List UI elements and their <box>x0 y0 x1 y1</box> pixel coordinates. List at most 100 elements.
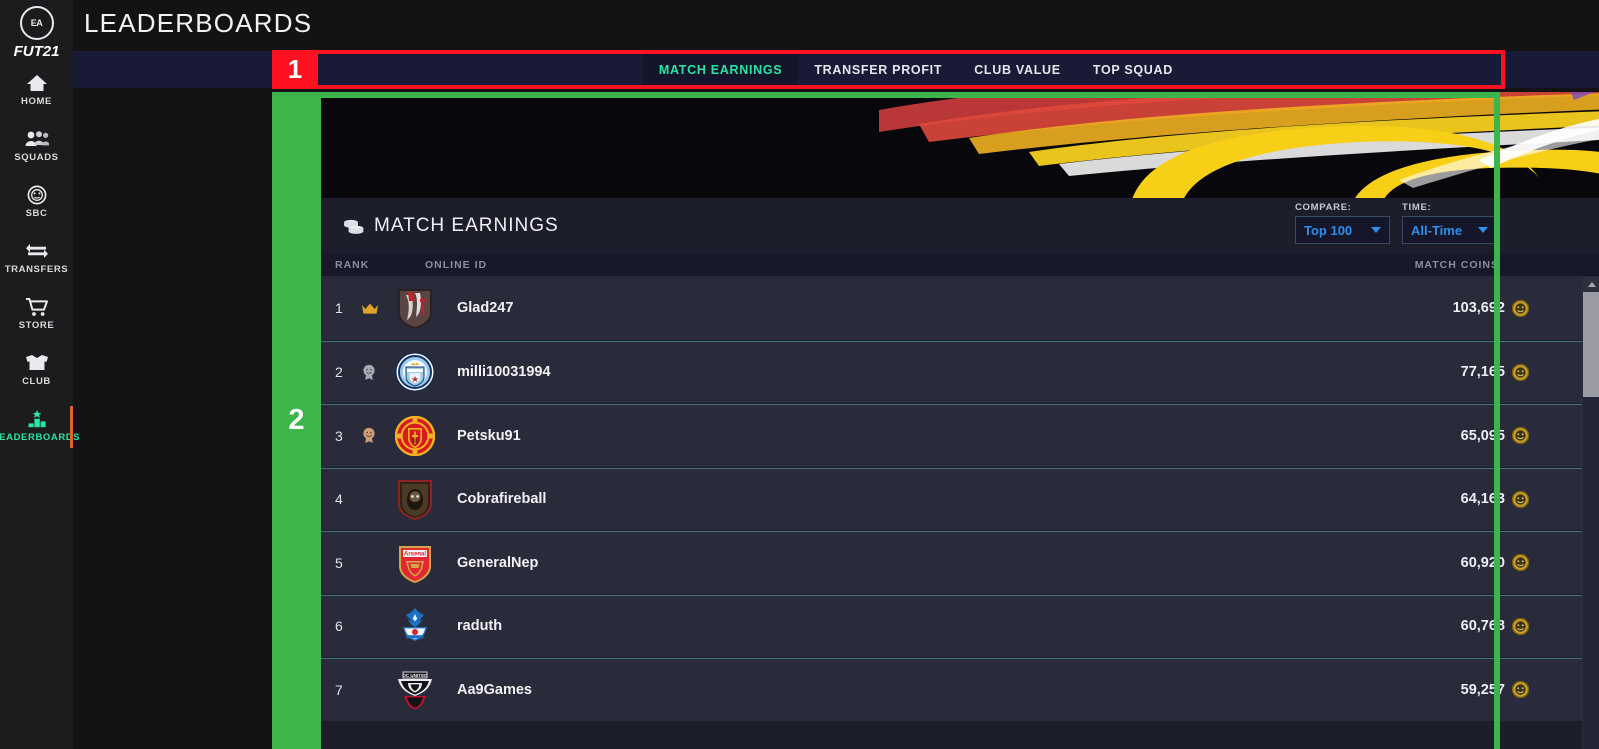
table-row[interactable]: 1 Glad247 103,692 <box>321 277 1599 340</box>
scroll-up-arrow-icon[interactable] <box>1583 277 1599 292</box>
leaderboards-icon <box>25 409 49 429</box>
tab-club-value[interactable]: CLUB VALUE <box>958 51 1077 88</box>
row-online-id: raduth <box>457 618 503 635</box>
sidebar-item-transfers[interactable]: TRANSFERS <box>0 232 73 284</box>
coin-icon <box>1511 554 1530 572</box>
coin-icon <box>1511 681 1530 699</box>
sidebar: EA FUT21 HOME SQUADS SBC TRANSFERS STORE… <box>0 0 80 749</box>
coin-icon <box>1511 617 1530 635</box>
time-value: All-Time <box>1411 222 1463 238</box>
ea-sports-icon: EA <box>19 6 54 40</box>
store-cart-icon <box>25 297 49 317</box>
filter-compare-label: COMPARE: <box>1295 202 1352 213</box>
filter-time: TIME: All-Time <box>1402 202 1497 244</box>
sidebar-item-leaderboards[interactable]: LEADERBOARDS <box>0 400 80 452</box>
row-online-id: Aa9Games <box>457 681 532 698</box>
sidebar-item-label: TRANSFERS <box>4 264 69 275</box>
scrollbar-thumb[interactable] <box>1583 292 1599 397</box>
squads-icon <box>25 129 49 149</box>
time-select[interactable]: All-Time <box>1402 216 1497 244</box>
row-online-id: Cobrafireball <box>457 491 547 508</box>
sidebar-item-club[interactable]: CLUB <box>0 344 73 396</box>
tab-active-underline <box>642 85 799 88</box>
club-badge <box>393 350 437 394</box>
annotation-label-2: 2 <box>288 404 305 436</box>
compare-value: Top 100 <box>1304 222 1353 238</box>
silver-medal-icon <box>361 364 387 381</box>
tab-transfer-profit[interactable]: TRANSFER PROFIT <box>798 51 958 88</box>
svg-text:Arsenal: Arsenal <box>404 551 426 557</box>
table-row[interactable]: 7 DC UNITED Aa9Games 59,257 <box>321 658 1599 721</box>
page-title: LEADERBOARDS <box>84 8 313 38</box>
tab-label: CLUB VALUE <box>974 62 1061 77</box>
fut-leaderboards-screen: EA FUT21 HOME SQUADS SBC TRANSFERS STORE… <box>0 0 1599 749</box>
panel-title: MATCH EARNINGS <box>374 214 559 236</box>
row-online-id: GeneralNep <box>457 554 539 571</box>
club-badge <box>393 477 437 521</box>
row-rank: 1 <box>335 300 343 317</box>
column-header-rank: RANK <box>335 258 370 271</box>
row-online-id: milli10031994 <box>457 364 551 381</box>
chevron-down-icon <box>1478 227 1488 233</box>
row-rank: 2 <box>335 364 343 381</box>
sidebar-item-store[interactable]: STORE <box>0 288 73 340</box>
leaderboard-content: MATCH EARNINGS COMPARE: Top 100 TIME: Al… <box>321 92 1599 749</box>
sbc-icon <box>27 185 47 205</box>
column-header-match-coins: MATCH COINS <box>1414 258 1499 271</box>
sidebar-item-label: HOME <box>21 96 52 107</box>
sidebar-item-squads[interactable]: SQUADS <box>0 120 73 172</box>
tab-top-squad[interactable]: TOP SQUAD <box>1077 51 1189 88</box>
compare-select[interactable]: Top 100 <box>1295 216 1390 244</box>
sidebar-item-label: STORE <box>18 320 55 331</box>
row-rank: 5 <box>335 554 343 571</box>
leaderboard-panel: MATCH EARNINGS COMPARE: Top 100 TIME: Al… <box>321 198 1599 749</box>
sidebar-item-label: SBC <box>25 208 48 219</box>
fut21-label: FUT21 <box>13 43 60 60</box>
club-badge <box>393 286 437 330</box>
ea-sports-label: EA <box>30 18 43 28</box>
table-row[interactable]: 6 raduth 60,768 <box>321 594 1599 657</box>
club-badge: DC UNITED <box>393 668 437 712</box>
tab-label: MATCH EARNINGS <box>658 62 783 77</box>
coin-icon <box>1511 490 1530 508</box>
panel-header: MATCH EARNINGS COMPARE: Top 100 TIME: Al… <box>321 198 1599 253</box>
chevron-down-icon <box>1371 227 1381 233</box>
club-badge: Arsenal <box>393 541 437 585</box>
table-row[interactable]: 3 Petsku91 65,095 <box>321 404 1599 467</box>
club-badge <box>393 414 437 458</box>
annotation-box-2: 2 <box>272 92 321 749</box>
coin-icon <box>1511 299 1530 317</box>
row-rank: 3 <box>335 427 343 444</box>
row-rank: 7 <box>335 681 343 698</box>
sidebar-item-sbc[interactable]: SBC <box>0 176 73 228</box>
row-online-id: Petsku91 <box>457 427 521 444</box>
gold-crown-icon <box>361 302 387 315</box>
vertical-scrollbar[interactable] <box>1582 277 1599 749</box>
tab-match-earnings[interactable]: MATCH EARNINGS <box>642 51 799 88</box>
table-row[interactable]: 4 Cobrafireball 64,163 <box>321 467 1599 530</box>
filter-time-label: TIME: <box>1402 202 1432 213</box>
sidebar-item-label: CLUB <box>22 376 51 387</box>
sidebar-item-home[interactable]: HOME <box>0 64 73 116</box>
filter-compare: COMPARE: Top 100 <box>1295 202 1390 244</box>
sidebar-item-label: SQUADS <box>14 152 59 163</box>
table-row[interactable]: 5 Arsenal GeneralNep 60,920 <box>321 531 1599 594</box>
coin-icon <box>1511 427 1530 445</box>
leaderboard-rows: 1 Glad247 103,692 2 milli10031994 77,165… <box>321 277 1599 749</box>
tab-label: TRANSFER PROFIT <box>814 62 943 77</box>
club-icon <box>24 353 50 373</box>
annotation-label-1: 1 <box>272 50 318 89</box>
coin-icon <box>1511 363 1530 381</box>
table-row[interactable]: 2 milli10031994 77,165 <box>321 340 1599 403</box>
annotation-box-2-top <box>272 92 1500 98</box>
club-badge <box>393 604 437 648</box>
banner-swoosh-graphic <box>879 92 1599 198</box>
row-online-id: Glad247 <box>457 300 514 317</box>
panel-filters: COMPARE: Top 100 TIME: All-Time <box>1295 202 1497 244</box>
annotation-box-2-right <box>1494 92 1500 749</box>
row-rank: 6 <box>335 618 343 635</box>
table-column-header: RANK ONLINE ID MATCH COINS <box>321 253 1599 277</box>
hero-banner <box>321 92 1599 198</box>
tab-label: TOP SQUAD <box>1092 62 1173 77</box>
transfers-icon <box>24 241 50 261</box>
